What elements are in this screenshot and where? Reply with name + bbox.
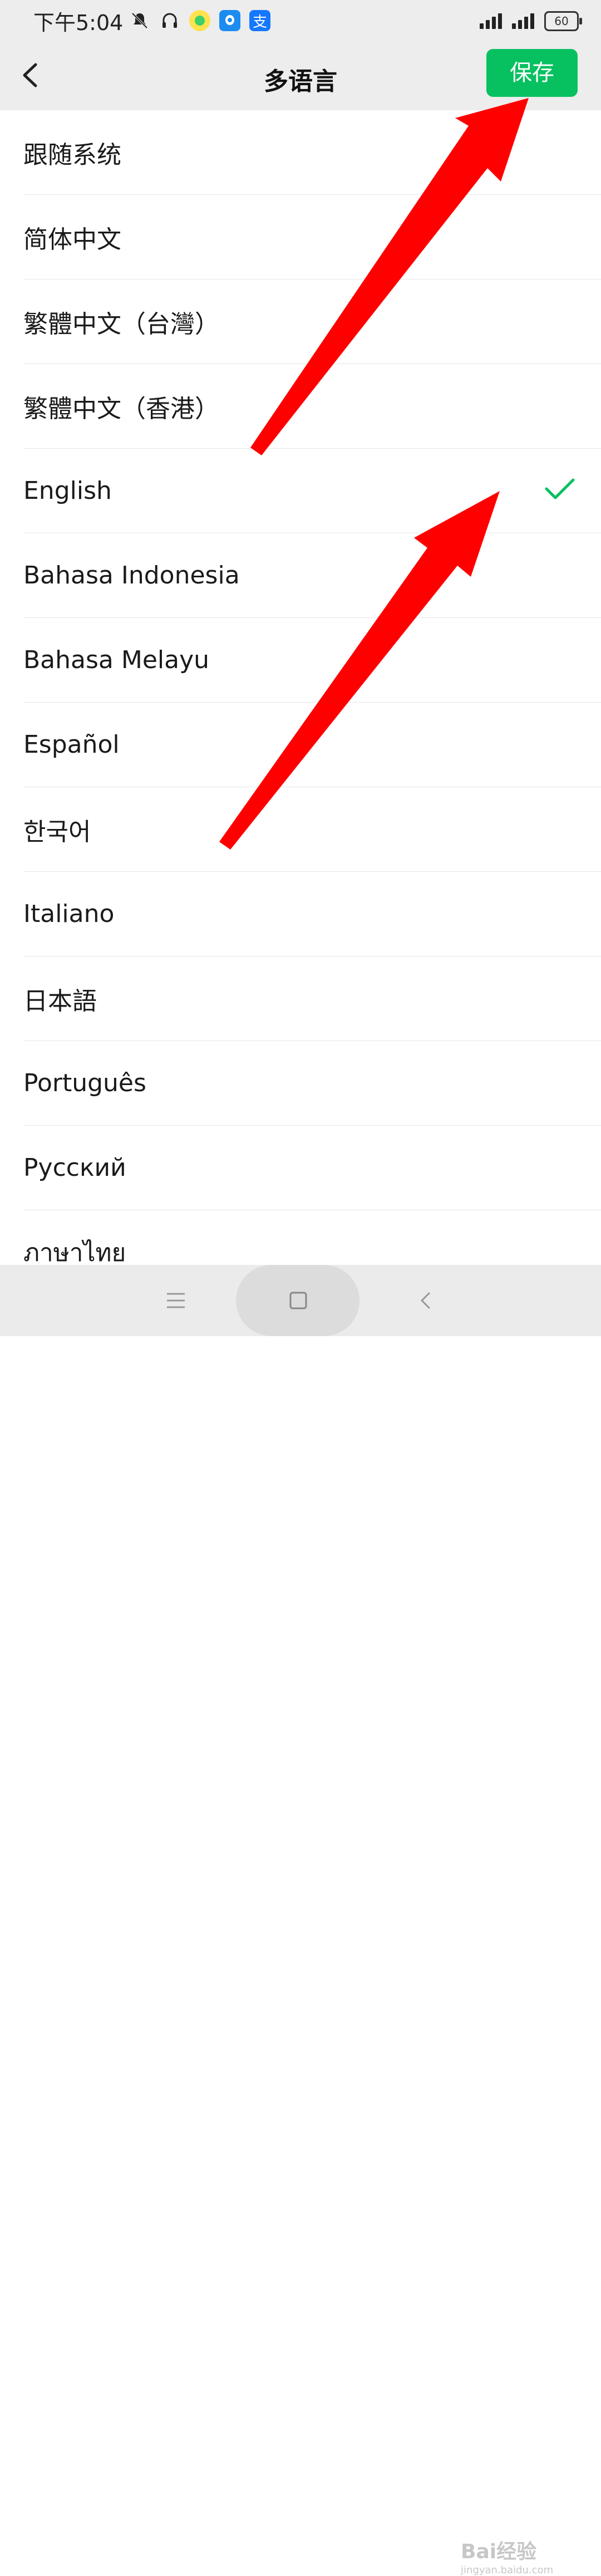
annotation-arrows	[219, 98, 529, 850]
watermark: Bai经验 jingyan.baidu.com	[461, 2535, 553, 2576]
annotation-arrow-to-english	[219, 491, 500, 850]
watermark-brand: Bai经验	[461, 2540, 537, 2563]
annotation-arrow-to-save	[250, 98, 529, 455]
watermark-url: jingyan.baidu.com	[461, 2564, 554, 2576]
